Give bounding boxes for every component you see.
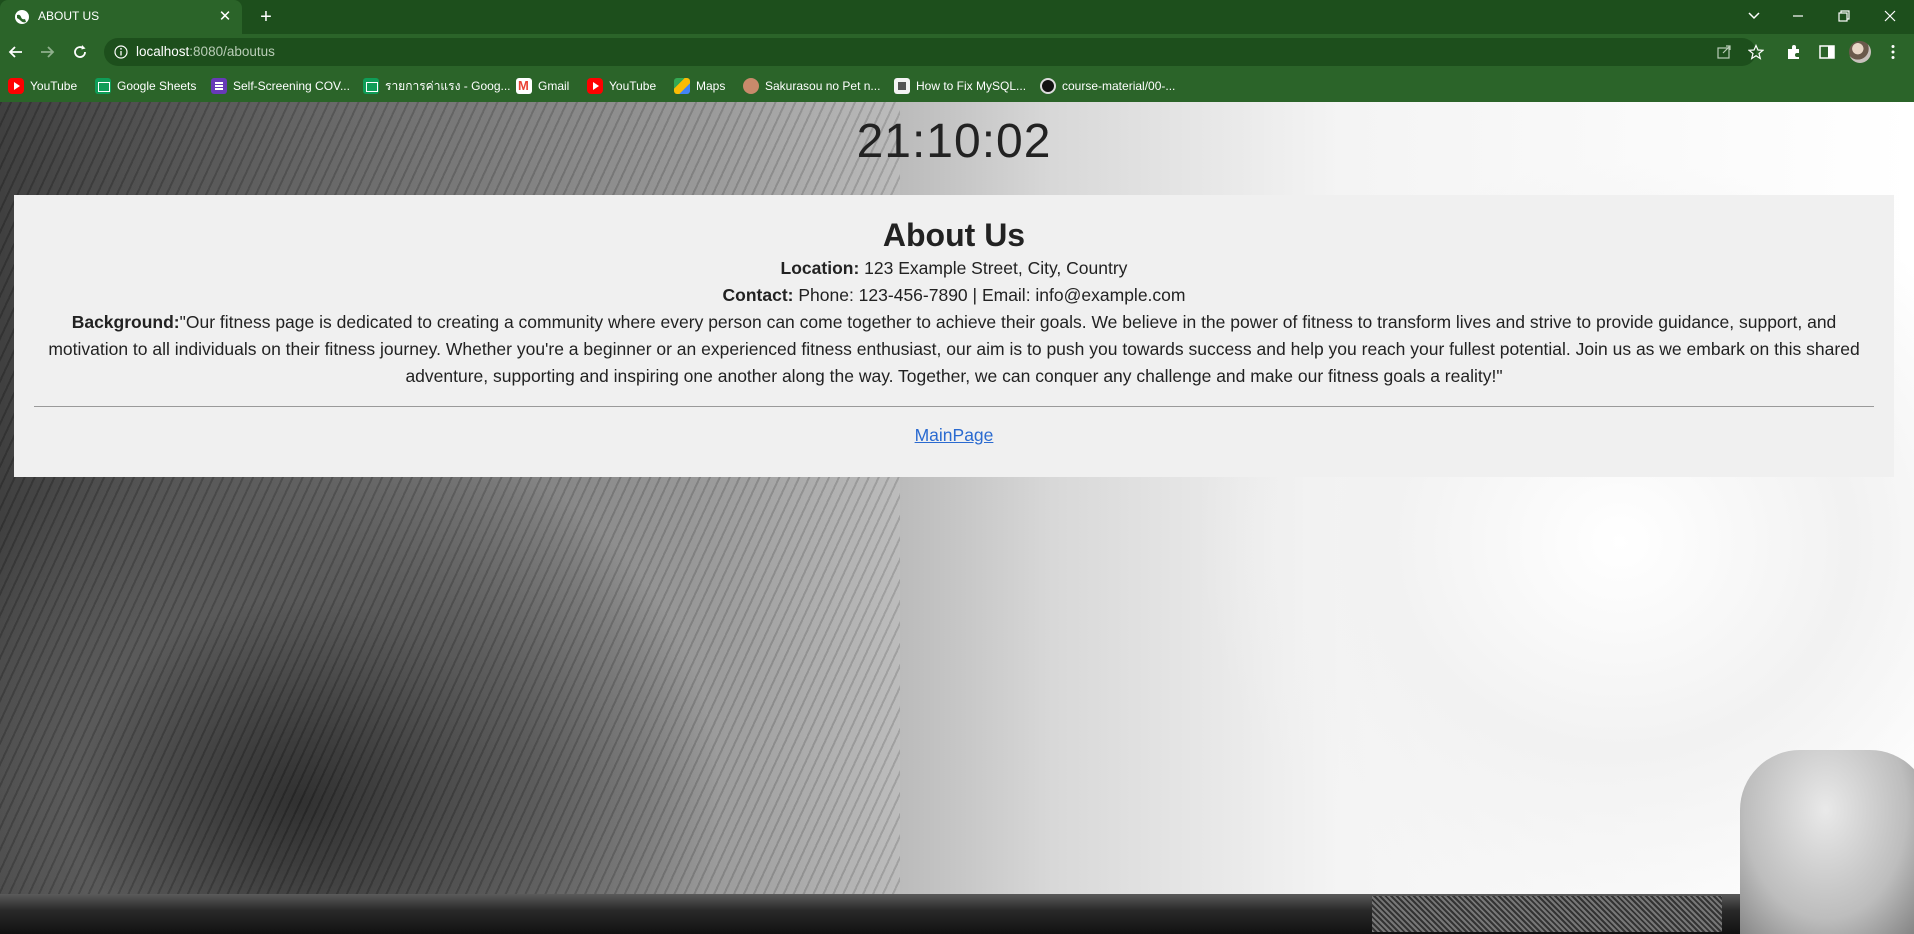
address-bar[interactable]: localhost:8080/aboutus: [104, 38, 1764, 66]
restore-icon[interactable]: [1830, 4, 1858, 28]
bookmark-label: รายการค่าแรง - Goog...: [385, 78, 511, 93]
bookmark-star-icon[interactable]: [1748, 44, 1764, 60]
close-window-icon[interactable]: [1876, 4, 1904, 28]
more-menu-icon[interactable]: [1884, 43, 1902, 61]
minimize-icon[interactable]: [1784, 4, 1812, 28]
tab-about-us[interactable]: ABOUT US ✕: [0, 0, 242, 34]
extensions-puzzle-icon[interactable]: [1785, 43, 1803, 61]
contact-label: Contact:: [722, 285, 794, 305]
bookmark-label: Maps: [696, 79, 726, 93]
bookmark-mysql[interactable]: How to Fix MySQL...: [894, 70, 1026, 102]
maps-icon: [674, 78, 690, 94]
reload-icon[interactable]: [70, 42, 90, 62]
bookmarks-bar: YouTube Google Sheets Self-Screening COV…: [0, 70, 1914, 102]
site-info-icon[interactable]: [114, 45, 128, 59]
page-title: About Us: [882, 217, 1026, 253]
url-path: :8080/aboutus: [189, 44, 275, 59]
google-sheets-icon: [363, 78, 379, 94]
bookmark-course-material[interactable]: course-material/00-...: [1040, 70, 1175, 102]
youtube-icon: [8, 78, 24, 94]
tab-close-icon[interactable]: ✕: [216, 8, 234, 26]
location-label: Location:: [780, 258, 860, 278]
bookmark-label: Google Sheets: [117, 79, 197, 93]
background-paragraph: Background:"Our fitness page is dedicate…: [14, 309, 1894, 390]
google-forms-icon: [211, 78, 227, 94]
url-host: localhost: [136, 44, 190, 59]
bookmark-gmail[interactable]: Gmail: [516, 70, 569, 102]
bookmark-sakurasou[interactable]: Sakurasou no Pet n...: [743, 70, 880, 102]
background-photo-hand: [1740, 750, 1914, 934]
location-value: 123 Example Street, City, Country: [864, 258, 1128, 278]
bookmark-label: YouTube: [30, 79, 78, 93]
gmail-icon: [516, 78, 532, 94]
location-line: Location: 123 Example Street, City, Coun…: [14, 255, 1894, 282]
bookmark-label: Sakurasou no Pet n...: [765, 79, 881, 93]
bookmark-youtube-2[interactable]: YouTube: [587, 70, 656, 102]
contact-line: Contact: Phone: 123-456-7890 | Email: in…: [14, 282, 1894, 309]
bookmark-youtube[interactable]: YouTube: [8, 70, 77, 102]
bookmark-maps[interactable]: Maps: [674, 70, 725, 102]
bookmark-label: Self-Screening COV...: [233, 79, 350, 93]
google-sheets-icon: [95, 78, 111, 94]
youtube-icon: [587, 78, 603, 94]
about-us-card: About Us Location: 123 Example Street, C…: [14, 195, 1894, 477]
github-icon: [1040, 78, 1056, 94]
profile-avatar[interactable]: [1849, 41, 1871, 63]
background-value: "Our fitness page is dedicated to creati…: [48, 312, 1860, 386]
divider: [34, 406, 1874, 407]
browser-toolbar: localhost:8080/aboutus: [0, 34, 1914, 70]
background-photo-barbell-grip: [1372, 896, 1722, 932]
tab-strip: ABOUT US ✕ +: [0, 0, 1914, 34]
bookmark-label: Gmail: [538, 79, 570, 93]
page-viewport: 21:10:02 About Us Location: 123 Example …: [0, 102, 1914, 934]
tab-search-chevron-icon[interactable]: [1740, 4, 1768, 28]
bookmark-label: YouTube: [609, 79, 657, 93]
background-label: Background:: [71, 312, 180, 332]
contact-value: Phone: 123-456-7890 | Email: info@exampl…: [798, 285, 1186, 305]
digital-clock: 21:10:02: [856, 115, 1052, 168]
new-tab-button[interactable]: +: [254, 5, 278, 29]
back-arrow-icon[interactable]: [6, 42, 26, 62]
bookmark-label: How to Fix MySQL...: [916, 79, 1027, 93]
tab-title: ABOUT US: [38, 9, 100, 23]
url-text: localhost:8080/aboutus: [136, 44, 275, 59]
forward-arrow-icon[interactable]: [37, 42, 57, 62]
main-page-link[interactable]: MainPage: [915, 425, 994, 446]
sakurasou-icon: [743, 78, 759, 94]
bookmark-self-screening[interactable]: Self-Screening COV...: [211, 70, 350, 102]
side-panel-icon[interactable]: [1818, 43, 1836, 61]
globe-icon: [15, 10, 29, 24]
share-icon[interactable]: [1716, 44, 1732, 60]
bookmark-thai-sheet[interactable]: รายการค่าแรง - Goog...: [363, 70, 511, 102]
bookmark-google-sheets[interactable]: Google Sheets: [95, 70, 196, 102]
bookmark-label: course-material/00-...: [1062, 79, 1176, 93]
page-icon: [894, 78, 910, 94]
